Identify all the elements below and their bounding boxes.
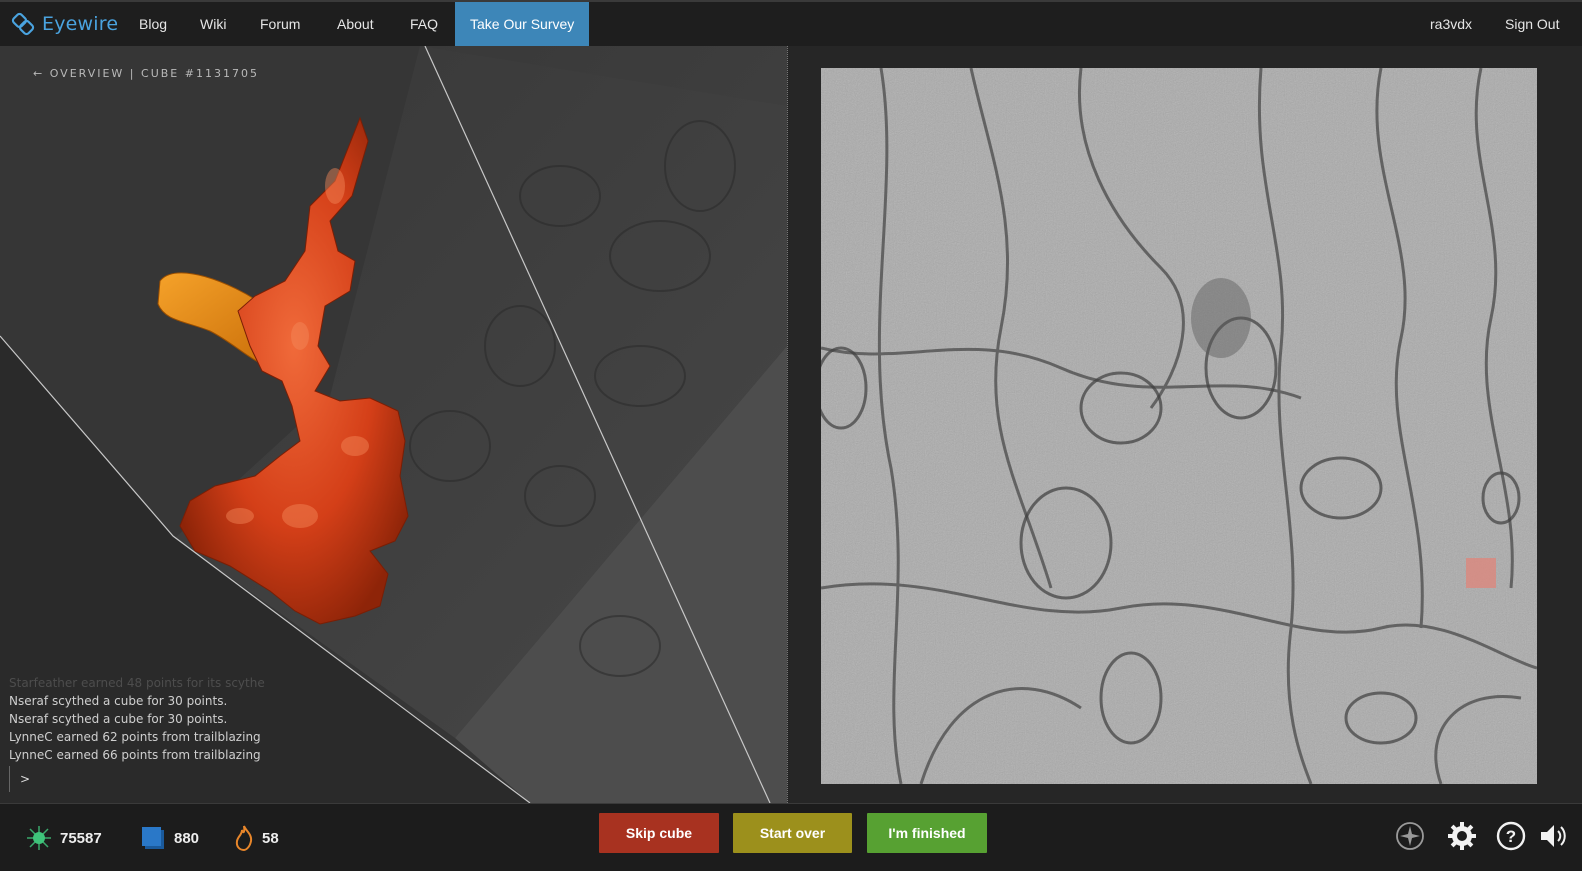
chat-message: Starfeather earned 48 points for its scy… <box>9 676 265 690</box>
cubes-stat: 880 <box>140 824 199 852</box>
nav-faq[interactable]: FAQ <box>410 2 438 46</box>
compass-icon[interactable] <box>1394 820 1426 852</box>
points-stat: 75587 <box>26 824 102 852</box>
cube-label: CUBE #1131705 <box>141 67 259 80</box>
neuron-icon <box>27 826 51 850</box>
streak-value: 58 <box>262 829 279 847</box>
bottom-bar: 75587 880 58 Skip cube Start over I'm fi… <box>0 803 1582 871</box>
nav-signout[interactable]: Sign Out <box>1505 2 1559 46</box>
chat-message: LynneC earned 62 points from trailblazin… <box>9 730 261 744</box>
cube-icon <box>142 827 164 849</box>
eyewire-logo[interactable]: Eyewire <box>10 10 118 38</box>
nav-blog[interactable]: Blog <box>139 2 167 46</box>
nav-wiki[interactable]: Wiki <box>200 2 226 46</box>
speaker-icon[interactable] <box>1538 820 1570 852</box>
top-nav: Eyewire Blog Wiki Forum About FAQ Take O… <box>0 0 1582 46</box>
nav-survey[interactable]: Take Our Survey <box>455 2 590 46</box>
nav-about[interactable]: About <box>337 2 374 46</box>
overview-link[interactable]: OVERVIEW <box>50 67 125 80</box>
help-icon[interactable]: ? <box>1495 820 1527 852</box>
nav-forum[interactable]: Forum <box>260 2 300 46</box>
nav-username[interactable]: ra3vdx <box>1430 2 1472 46</box>
logo-text: Eyewire <box>42 13 119 35</box>
start-over-button[interactable]: Start over <box>733 813 852 853</box>
cubes-value: 880 <box>174 829 200 847</box>
breadcrumb-separator: | <box>129 67 136 80</box>
skip-cube-button[interactable]: Skip cube <box>599 813 719 853</box>
em-slice-image[interactable] <box>821 68 1537 784</box>
back-arrow-icon[interactable]: ← <box>33 67 44 80</box>
finished-button[interactable]: I'm finished <box>867 813 987 853</box>
2d-viewport[interactable] <box>788 46 1582 803</box>
flame-icon <box>235 825 253 851</box>
chat-message: Nseraf scythed a cube for 30 points. <box>9 694 228 708</box>
svg-text:?: ? <box>1506 827 1516 846</box>
3d-viewport[interactable]: ← OVERVIEW | CUBE #1131705 Starfeather e… <box>0 46 787 803</box>
chat-log: Starfeather earned 48 points for its scy… <box>9 674 339 764</box>
chat-message: Nseraf scythed a cube for 30 points. <box>9 712 228 726</box>
chat-input[interactable]: > <box>9 766 309 792</box>
eyewire-logo-icon <box>11 12 35 36</box>
breadcrumb: ← OVERVIEW | CUBE #1131705 <box>33 67 259 80</box>
streak-stat: 58 <box>234 824 279 852</box>
chat-message: LynneC earned 66 points from trailblazin… <box>9 748 261 762</box>
points-value: 75587 <box>60 829 102 847</box>
gear-icon[interactable] <box>1446 820 1478 852</box>
